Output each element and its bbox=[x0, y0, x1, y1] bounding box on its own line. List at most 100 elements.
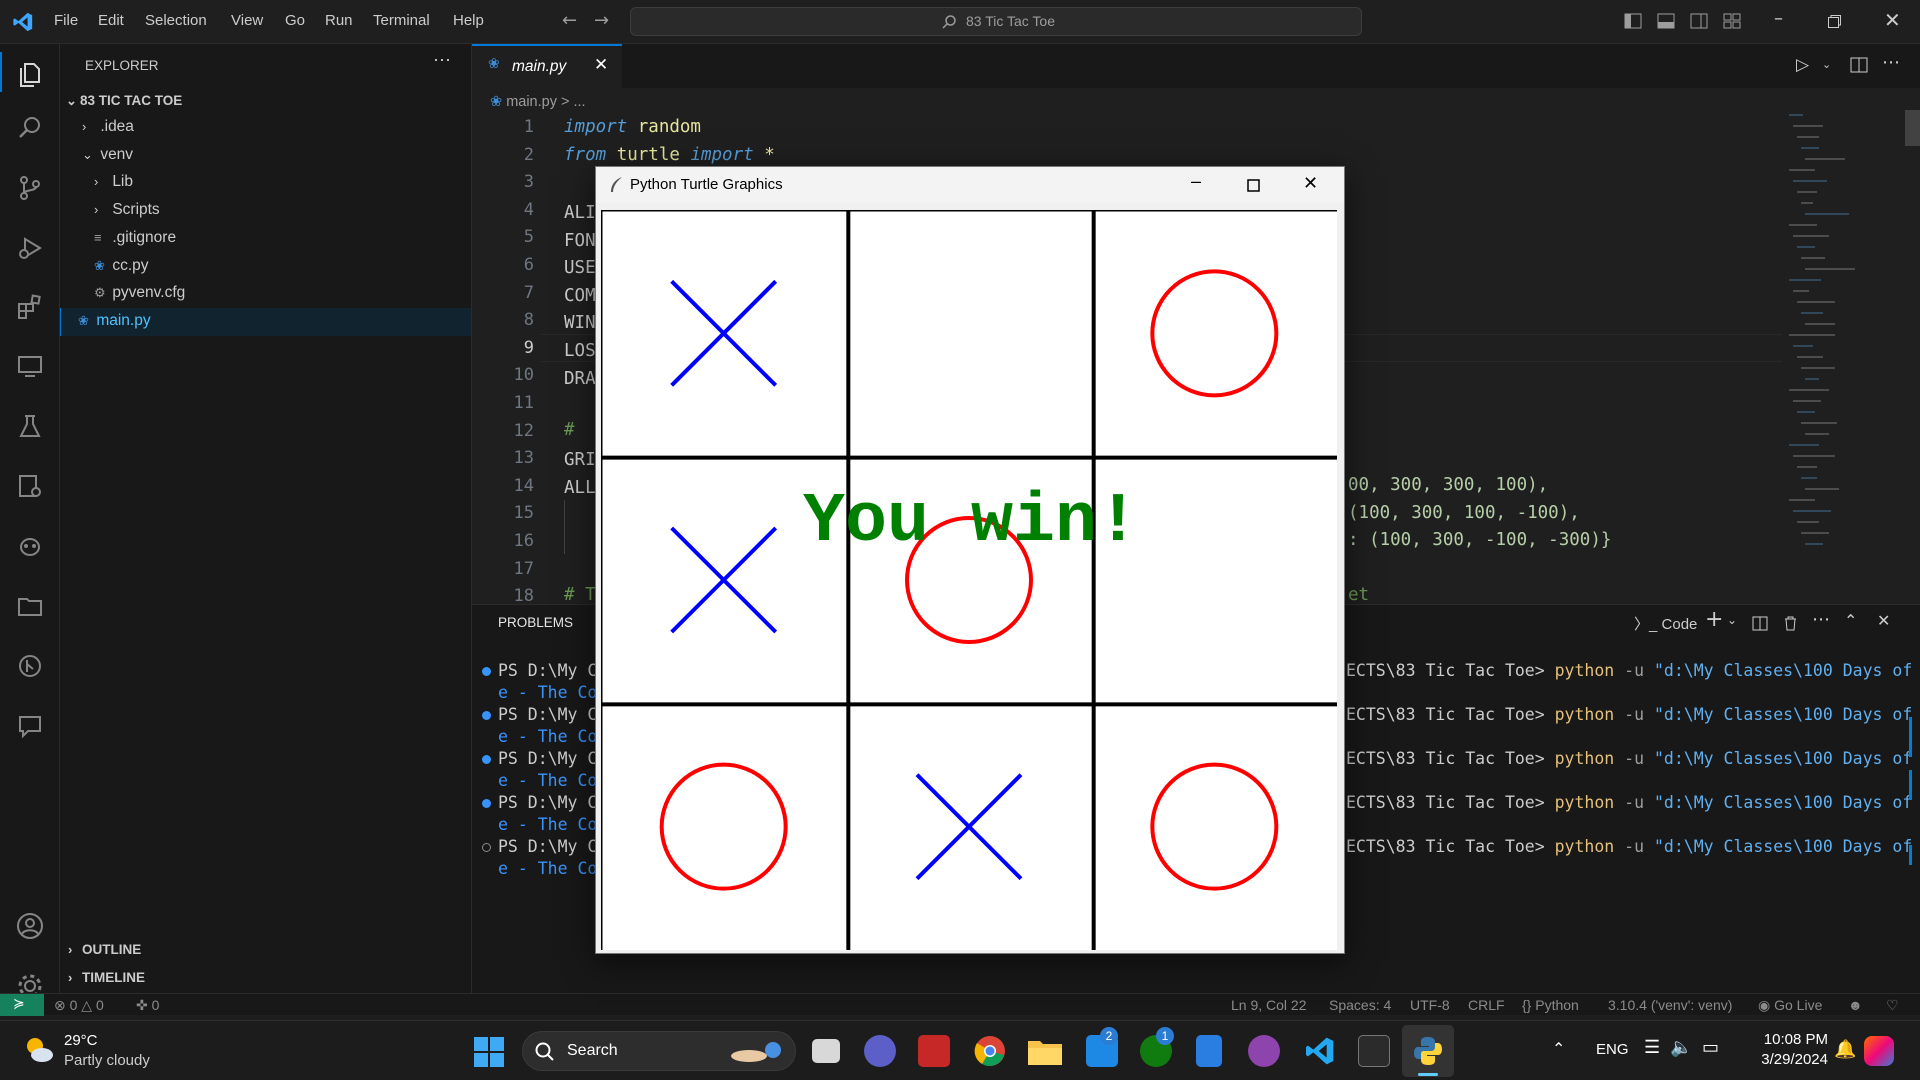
maximize-panel-icon[interactable]: ⌃ bbox=[1844, 611, 1857, 630]
customize-layout-icon[interactable] bbox=[1723, 13, 1741, 29]
menu-edit[interactable]: Edit bbox=[98, 12, 124, 29]
restore-icon[interactable] bbox=[1828, 15, 1841, 28]
copilot-taskbar-icon[interactable] bbox=[1864, 1036, 1894, 1066]
turtle-minimize-icon[interactable]: – bbox=[1191, 171, 1201, 192]
tree-item-cc-py[interactable]: ❀ cc.py bbox=[94, 257, 149, 275]
encoding[interactable]: UTF-8 bbox=[1410, 997, 1450, 1013]
notepad-icon[interactable] bbox=[1196, 1035, 1222, 1067]
app-icon-red[interactable] bbox=[918, 1035, 950, 1067]
tree-item-venv[interactable]: ⌄ venv bbox=[82, 146, 133, 164]
tic-tac-toe-board[interactable]: You win! bbox=[599, 208, 1337, 950]
file-explorer-icon[interactable] bbox=[1028, 1037, 1062, 1065]
comments-icon[interactable] bbox=[0, 700, 60, 752]
tab-problems[interactable]: PROBLEMS bbox=[498, 615, 573, 630]
command-status-dot[interactable] bbox=[482, 755, 491, 764]
terminal-dropdown-chevron-icon[interactable]: ⌄ bbox=[1727, 613, 1737, 627]
turtle-canvas[interactable]: You win! bbox=[599, 208, 1337, 950]
tree-item-lib[interactable]: › Lib bbox=[94, 173, 133, 191]
indentation[interactable]: Spaces: 4 bbox=[1329, 997, 1391, 1013]
turtle-titlebar[interactable]: Python Turtle Graphics – ✕ bbox=[596, 167, 1344, 203]
tree-item-scripts[interactable]: › Scripts bbox=[94, 201, 160, 219]
command-status-dot[interactable] bbox=[482, 667, 491, 676]
input-language[interactable]: ENG bbox=[1596, 1041, 1629, 1058]
tree-item-pyvenv[interactable]: ⚙ pyvenv.cfg bbox=[94, 284, 185, 302]
teams-chat-icon[interactable] bbox=[864, 1035, 896, 1067]
weather-desc[interactable]: Partly cloudy bbox=[64, 1052, 150, 1069]
copilot-status-icon[interactable]: ☻ bbox=[1848, 997, 1863, 1013]
editor-more-icon[interactable]: ⋯ bbox=[1882, 52, 1900, 73]
split-editor-icon[interactable] bbox=[1850, 57, 1868, 73]
close-window-icon[interactable]: ✕ bbox=[1884, 8, 1901, 32]
git-graph-icon[interactable] bbox=[0, 640, 60, 692]
close-tab-icon[interactable]: ✕ bbox=[594, 55, 608, 75]
terminal-taskbar-icon[interactable] bbox=[1358, 1035, 1390, 1067]
explorer-icon[interactable] bbox=[0, 48, 60, 100]
chrome-icon[interactable] bbox=[974, 1035, 1006, 1067]
source-control-icon[interactable] bbox=[0, 162, 60, 214]
menu-help[interactable]: Help bbox=[453, 12, 484, 29]
minimap[interactable] bbox=[1783, 110, 1905, 562]
toggle-sidebar-icon[interactable] bbox=[1624, 13, 1642, 29]
github-icon[interactable] bbox=[1248, 1035, 1280, 1067]
menu-go[interactable]: Go bbox=[285, 12, 305, 29]
run-debug-icon[interactable] bbox=[0, 222, 60, 274]
python-taskbar-icon[interactable] bbox=[1412, 1035, 1444, 1067]
breadcrumb[interactable]: ❀ main.py > ... bbox=[490, 94, 586, 110]
language-mode[interactable]: {} Python bbox=[1522, 997, 1579, 1013]
line-ending[interactable]: CRLF bbox=[1468, 997, 1505, 1013]
search-view-icon[interactable] bbox=[0, 102, 60, 154]
turtle-window[interactable]: Python Turtle Graphics – ✕ You win! bbox=[595, 166, 1345, 954]
run-dropdown-chevron-icon[interactable]: ⌄ bbox=[1822, 58, 1831, 71]
remote-explorer-icon[interactable] bbox=[0, 340, 60, 392]
tree-item-idea[interactable]: › .idea bbox=[82, 118, 134, 136]
trash-icon[interactable] bbox=[1783, 615, 1798, 631]
vscode-logo-icon[interactable] bbox=[12, 11, 34, 33]
tree-item-gitignore[interactable]: ≡ .gitignore bbox=[94, 229, 176, 247]
menu-selection[interactable]: Selection bbox=[145, 12, 207, 29]
editor-scrollbar[interactable] bbox=[1905, 110, 1920, 146]
more-actions-icon[interactable]: ⋯ bbox=[433, 50, 451, 71]
command-status-dot[interactable] bbox=[482, 799, 491, 808]
windows-start-icon[interactable] bbox=[474, 1037, 504, 1067]
clock-time[interactable]: 10:08 PM bbox=[1756, 1031, 1828, 1048]
menu-run[interactable]: Run bbox=[325, 12, 353, 29]
cursor-position[interactable]: Ln 9, Col 22 bbox=[1231, 997, 1307, 1013]
back-arrow-icon[interactable]: ← bbox=[562, 10, 577, 31]
command-status-dot[interactable] bbox=[482, 843, 491, 852]
turtle-maximize-icon[interactable] bbox=[1247, 179, 1260, 192]
weather-partly-cloudy-icon[interactable] bbox=[22, 1033, 56, 1067]
panel-more-icon[interactable]: ⋯ bbox=[1812, 609, 1830, 630]
wifi-icon[interactable]: ☰ bbox=[1644, 1037, 1660, 1058]
battery-icon[interactable]: ▭ bbox=[1702, 1037, 1719, 1058]
problems-indicator[interactable]: ⊗ 0 △ 0 bbox=[54, 997, 104, 1014]
go-live[interactable]: ◉ Go Live bbox=[1758, 997, 1822, 1014]
menu-view[interactable]: View bbox=[231, 12, 263, 29]
new-terminal-icon[interactable]: + bbox=[1705, 607, 1723, 632]
project-manager-icon[interactable] bbox=[0, 580, 60, 632]
notification-bell-icon[interactable]: 🔔 bbox=[1834, 1039, 1856, 1060]
terminal-selector[interactable]: 〉_ Code bbox=[1634, 613, 1697, 634]
minimize-icon[interactable]: – bbox=[1774, 8, 1783, 29]
clock-date[interactable]: 3/29/2024 bbox=[1744, 1051, 1828, 1068]
command-status-dot[interactable] bbox=[482, 711, 491, 720]
show-hidden-icons-chevron-icon[interactable]: ⌃ bbox=[1552, 1039, 1565, 1059]
outline-section[interactable]: › OUTLINE bbox=[68, 942, 141, 957]
copilot-icon[interactable] bbox=[0, 520, 60, 572]
taskbar-search-box[interactable]: Search bbox=[522, 1031, 796, 1071]
folder-root[interactable]: ⌄ 83 TIC TAC TOE bbox=[66, 93, 182, 109]
timeline-section[interactable]: › TIMELINE bbox=[68, 970, 145, 985]
notifications-bell-icon[interactable]: ♡ bbox=[1886, 997, 1899, 1014]
weather-temp[interactable]: 29°C bbox=[64, 1032, 98, 1049]
menu-terminal[interactable]: Terminal bbox=[373, 12, 430, 29]
command-center-search[interactable]: 83 Tic Tac Toe bbox=[630, 7, 1362, 36]
remote-indicator[interactable]: ≽ bbox=[0, 994, 44, 1016]
tree-item-main-py[interactable]: ❀ main.py bbox=[78, 312, 151, 330]
extensions-icon[interactable] bbox=[0, 280, 60, 332]
toggle-secondary-sidebar-icon[interactable] bbox=[1690, 13, 1708, 29]
container-tools-icon[interactable] bbox=[0, 460, 60, 512]
menu-file[interactable]: File bbox=[54, 12, 78, 29]
task-view-icon[interactable] bbox=[812, 1039, 840, 1063]
turtle-close-icon[interactable]: ✕ bbox=[1303, 173, 1318, 194]
split-terminal-icon[interactable] bbox=[1752, 616, 1768, 631]
toggle-panel-icon[interactable] bbox=[1657, 13, 1675, 29]
